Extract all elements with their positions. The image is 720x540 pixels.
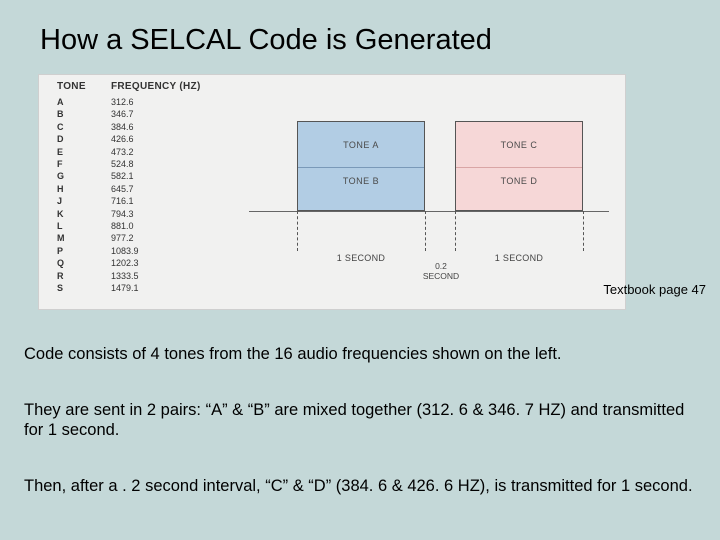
tone-cell: L bbox=[57, 220, 111, 232]
paragraph-2: They are sent in 2 pairs: “A” & “B” are … bbox=[24, 400, 696, 440]
tone-cell: F bbox=[57, 158, 111, 170]
table-row: L881.0 bbox=[57, 220, 237, 232]
freq-cell: 1333.5 bbox=[111, 270, 139, 282]
marker-start-2 bbox=[455, 211, 456, 251]
table-body: A312.6B346.7C384.6D426.6E473.2F524.8G582… bbox=[57, 96, 237, 295]
freq-cell: 473.2 bbox=[111, 146, 134, 158]
tone-cell: D bbox=[57, 133, 111, 145]
timing-diagram: TONE A TONE B TONE C TONE D 1 SECOND 1 S… bbox=[249, 93, 609, 293]
table-header: TONE FREQUENCY (HZ) bbox=[57, 81, 237, 92]
gap-unit: SECOND bbox=[423, 271, 459, 281]
paragraph-3: Then, after a . 2 second interval, “C” &… bbox=[24, 476, 696, 496]
gap-value: 0.2 bbox=[435, 261, 447, 271]
tone-cell: Q bbox=[57, 257, 111, 269]
tone-cell: H bbox=[57, 183, 111, 195]
tone-d-label: TONE D bbox=[456, 176, 582, 186]
tone-cell: E bbox=[57, 146, 111, 158]
duration-1-label: 1 SECOND bbox=[297, 253, 425, 263]
tone-cell: A bbox=[57, 96, 111, 108]
gap-label: 0.2 SECOND bbox=[421, 261, 461, 281]
tone-pair-2-box: TONE C TONE D bbox=[455, 121, 583, 211]
table-row: Q1202.3 bbox=[57, 257, 237, 269]
tone-cell: K bbox=[57, 208, 111, 220]
duration-2-label: 1 SECOND bbox=[455, 253, 583, 263]
paragraph-1: Code consists of 4 tones from the 16 aud… bbox=[24, 344, 696, 364]
table-row: H645.7 bbox=[57, 183, 237, 195]
table-row: B346.7 bbox=[57, 108, 237, 120]
table-row: P1083.9 bbox=[57, 245, 237, 257]
tone-cell: B bbox=[57, 108, 111, 120]
freq-cell: 716.1 bbox=[111, 195, 134, 207]
freq-cell: 794.3 bbox=[111, 208, 134, 220]
table-row: J716.1 bbox=[57, 195, 237, 207]
tone-cell: M bbox=[57, 232, 111, 244]
tone-cell: R bbox=[57, 270, 111, 282]
tone-cell: S bbox=[57, 282, 111, 294]
tone-a-label: TONE A bbox=[298, 140, 424, 150]
figure-panel: TONE FREQUENCY (HZ) A312.6B346.7C384.6D4… bbox=[38, 74, 626, 310]
table-row: D426.6 bbox=[57, 133, 237, 145]
table-row: R1333.5 bbox=[57, 270, 237, 282]
freq-cell: 426.6 bbox=[111, 133, 134, 145]
table-row: G582.1 bbox=[57, 170, 237, 182]
page-reference: Textbook page 47 bbox=[603, 282, 706, 297]
freq-cell: 645.7 bbox=[111, 183, 134, 195]
table-header-tone: TONE bbox=[57, 81, 111, 92]
table-header-freq: FREQUENCY (HZ) bbox=[111, 81, 201, 92]
freq-cell: 524.8 bbox=[111, 158, 134, 170]
freq-cell: 881.0 bbox=[111, 220, 134, 232]
freq-cell: 977.2 bbox=[111, 232, 134, 244]
tone-cell: C bbox=[57, 121, 111, 133]
freq-cell: 312.6 bbox=[111, 96, 134, 108]
table-row: C384.6 bbox=[57, 121, 237, 133]
table-row: E473.2 bbox=[57, 146, 237, 158]
marker-end-2 bbox=[583, 211, 584, 251]
freq-cell: 1202.3 bbox=[111, 257, 139, 269]
table-row: M977.2 bbox=[57, 232, 237, 244]
baseline bbox=[249, 211, 609, 212]
tone-pair-1-box: TONE A TONE B bbox=[297, 121, 425, 211]
marker-start-1 bbox=[297, 211, 298, 251]
freq-cell: 1083.9 bbox=[111, 245, 139, 257]
table-row: K794.3 bbox=[57, 208, 237, 220]
table-row: S1479.1 bbox=[57, 282, 237, 294]
tone-b-label: TONE B bbox=[298, 176, 424, 186]
freq-cell: 1479.1 bbox=[111, 282, 139, 294]
freq-cell: 384.6 bbox=[111, 121, 134, 133]
pair-1-divider bbox=[298, 167, 424, 168]
tone-c-label: TONE C bbox=[456, 140, 582, 150]
freq-cell: 582.1 bbox=[111, 170, 134, 182]
tone-frequency-table: TONE FREQUENCY (HZ) A312.6B346.7C384.6D4… bbox=[57, 81, 237, 295]
table-row: A312.6 bbox=[57, 96, 237, 108]
slide-title: How a SELCAL Code is Generated bbox=[0, 0, 720, 57]
table-row: F524.8 bbox=[57, 158, 237, 170]
freq-cell: 346.7 bbox=[111, 108, 134, 120]
tone-cell: J bbox=[57, 195, 111, 207]
tone-cell: P bbox=[57, 245, 111, 257]
tone-cell: G bbox=[57, 170, 111, 182]
marker-end-1 bbox=[425, 211, 426, 251]
pair-2-divider bbox=[456, 167, 582, 168]
